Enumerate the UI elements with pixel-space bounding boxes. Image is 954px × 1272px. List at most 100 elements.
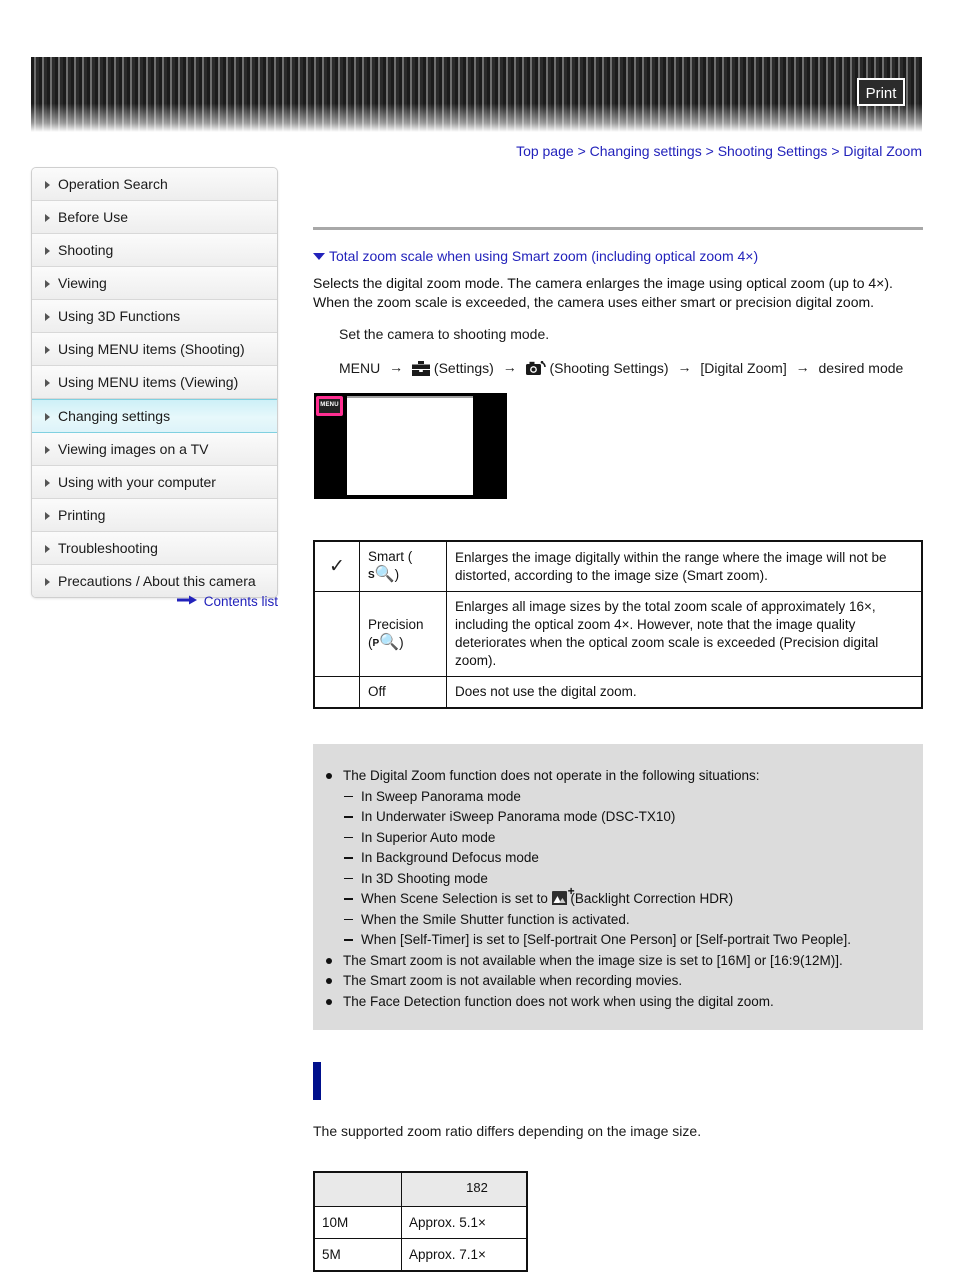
row-description-cell: Enlarges the image digitally within the … [446, 540, 923, 592]
sidebar-item-label: Using MENU items (Shooting) [58, 341, 245, 357]
row-description-cell: Does not use the digital zoom. [446, 676, 923, 709]
cell-image-size: 5M [313, 1238, 402, 1272]
sidebar-item-shooting[interactable]: Shooting [32, 234, 277, 267]
row-check-cell [313, 591, 360, 677]
check-icon: ✓ [329, 555, 345, 577]
table-row: 10M Approx. 5.1× [313, 1206, 528, 1239]
step-1: Set the camera to shooting mode. [339, 326, 550, 342]
mode-name-precision: Precision [368, 616, 424, 632]
note-text: The Smart zoom is not available when rec… [343, 973, 683, 988]
note-text: When [Self-Timer] is set to [Self-portra… [361, 932, 851, 947]
sidebar-item-changing-settings[interactable]: Changing settings [32, 399, 277, 433]
dash-icon [344, 877, 353, 879]
row-check-cell: ✓ [313, 540, 360, 592]
chevron-right-icon [45, 313, 50, 321]
menu-path-start: MENU [339, 360, 381, 376]
divider [313, 227, 923, 230]
sidebar-item-label: Using 3D Functions [58, 308, 181, 324]
sidebar-item-using-menu-items-viewing[interactable]: Using MENU items (Viewing) [32, 366, 277, 399]
note-text: In Superior Auto mode [361, 829, 496, 845]
chevron-right-icon [45, 512, 50, 520]
settings-label: (Settings) [433, 360, 494, 376]
sidebar-item-printing[interactable]: Printing [32, 499, 277, 532]
chevron-right-icon [45, 214, 50, 222]
cell-ratio: Approx. 7.1× [401, 1238, 528, 1272]
note-text: The Smart zoom is not available when the… [343, 952, 843, 968]
note-dash: In Superior Auto mode [313, 828, 923, 848]
sidebar-item-label: Before Use [58, 209, 129, 225]
breadcrumb-separator: > [831, 143, 840, 159]
table-row: Off Does not use the digital zoom. [313, 676, 923, 709]
table-row: ✓ Smart ( S🔍) Enlarges the image digital… [313, 540, 923, 592]
note-dash: In Underwater iSweep Panorama mode (DSC-… [313, 807, 923, 827]
note-text-before: When Scene Selection is set to [361, 891, 548, 906]
sidebar-item-label: Changing settings [58, 408, 171, 424]
dash-icon [344, 898, 353, 900]
smart-zoom-icon: S🔍 [368, 566, 395, 583]
note-text-after: (Backlight Correction HDR) [570, 891, 734, 906]
note-bullet: The Face Detection function does not wor… [313, 992, 923, 1012]
sidebar-item-viewing-images-on-a-tv[interactable]: Viewing images on a TV [32, 433, 277, 466]
contents-list-link[interactable]: Contents list [31, 593, 278, 609]
breadcrumb-item-digital-zoom[interactable]: Digital Zoom [843, 143, 922, 159]
arrow-right-icon [176, 593, 197, 608]
breadcrumb-separator: > [577, 143, 586, 159]
table-row: 5M Approx. 7.1× [313, 1238, 528, 1272]
lcd-screen [347, 398, 473, 495]
bullet-dot-icon [326, 957, 332, 964]
header-banner: Print [31, 57, 922, 132]
mode-name-close: ) [394, 567, 400, 582]
sidebar-item-before-use[interactable]: Before Use [32, 201, 277, 234]
dash-icon [344, 918, 353, 920]
bullet-dot-icon [326, 998, 332, 1005]
menu-path-end: desired mode [818, 360, 904, 376]
chevron-right-icon [45, 379, 50, 387]
sidebar-item-label: Troubleshooting [58, 540, 158, 556]
sidebar-item-troubleshooting[interactable]: Troubleshooting [32, 532, 277, 565]
arrow-right-icon: → [389, 359, 404, 375]
menu-path-item: [Digital Zoom] [700, 360, 787, 376]
sidebar-item-label: Printing [58, 507, 106, 523]
main-content: Total zoom scale when using Smart zoom (… [313, 167, 923, 1272]
sidebar: Operation Search Before Use Shooting Vie… [31, 167, 278, 598]
row-check-cell [313, 676, 360, 709]
chevron-right-icon [45, 247, 50, 255]
breadcrumb-item-shooting-settings[interactable]: Shooting Settings [718, 143, 828, 159]
dash-icon [344, 939, 353, 941]
sidebar-item-using-3d-functions[interactable]: Using 3D Functions [32, 300, 277, 333]
menu-path: MENU → (Settings) → (Shooting Settings) … [339, 357, 923, 379]
sidebar-item-label: Viewing images on a TV [58, 441, 209, 457]
note-text: The Face Detection function does not wor… [343, 993, 774, 1009]
section-marker-bar [313, 1062, 321, 1100]
sidebar-item-using-with-your-computer[interactable]: Using with your computer [32, 466, 277, 499]
breadcrumb-item-top-page[interactable]: Top page [516, 143, 574, 159]
bullet-dot-icon [326, 773, 332, 779]
print-button[interactable]: Print [857, 78, 905, 106]
section-heading-label: Total zoom scale when using Smart zoom (… [329, 248, 759, 264]
arrow-right-icon: → [795, 359, 810, 375]
note-text: In Underwater iSweep Panorama mode (DSC-… [361, 809, 676, 824]
sidebar-item-operation-search[interactable]: Operation Search [32, 168, 277, 201]
row-name-cell: Precision (P🔍) [359, 591, 447, 677]
breadcrumb-separator: > [705, 143, 714, 159]
intro-line-1: Selects the digital zoom mode. The camer… [313, 275, 893, 291]
note-text: When the Smile Shutter function is activ… [361, 911, 630, 927]
precision-zoom-icon: P🔍 [372, 633, 400, 651]
sidebar-item-viewing[interactable]: Viewing [32, 267, 277, 300]
sidebar-item-using-menu-items-shooting[interactable]: Using MENU items (Shooting) [32, 333, 277, 366]
note-bullet: The Digital Zoom function does not opera… [313, 766, 923, 786]
note-dash: When the Smile Shutter function is activ… [313, 910, 923, 930]
note-text: The Digital Zoom function does not opera… [343, 768, 760, 783]
dash-icon [344, 857, 353, 859]
cell-image-size: 10M [313, 1206, 402, 1239]
mode-name-close: ) [399, 634, 404, 650]
lcd-menu-button-label: MENU [320, 402, 339, 408]
chevron-right-icon [45, 446, 50, 454]
mode-name-off: Off [359, 676, 447, 709]
note-dash: In Background Defocus mode [313, 848, 923, 868]
table-row: Precision (P🔍) Enlarges all image sizes … [313, 591, 923, 677]
breadcrumb-item-changing-settings[interactable]: Changing settings [590, 143, 702, 159]
page-number: 182 [466, 1180, 488, 1195]
camera-lcd-figure: MENU [314, 393, 507, 499]
chevron-right-icon [45, 578, 50, 586]
